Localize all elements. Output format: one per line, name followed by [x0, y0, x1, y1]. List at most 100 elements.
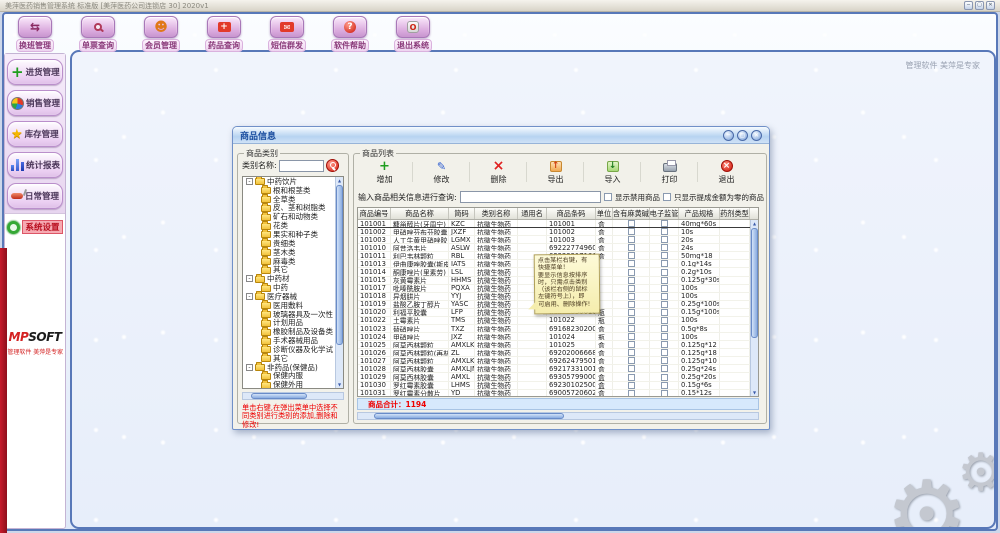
- table-row[interactable]: 101024甲硝唑片JXZ抗微生物药101024瓶100s: [358, 333, 758, 341]
- dialog-tool-delete[interactable]: ×删除: [470, 157, 527, 187]
- tree-node[interactable]: 其它: [243, 265, 343, 274]
- tree-node[interactable]: -中药材: [243, 274, 343, 283]
- e-supervision-checkbox[interactable]: [661, 333, 668, 340]
- window-close-button[interactable]: ✕: [986, 1, 995, 10]
- category-search-button[interactable]: [326, 159, 339, 172]
- e-supervision-checkbox[interactable]: [661, 325, 668, 332]
- tree-scroll-thumb[interactable]: [336, 185, 343, 345]
- e-supervision-checkbox[interactable]: [661, 260, 668, 267]
- dialog-tool-edit[interactable]: ✎修改: [413, 157, 470, 187]
- ephedrine-checkbox[interactable]: [628, 357, 635, 364]
- dialog-tool-print[interactable]: 打印: [641, 157, 698, 187]
- ephedrine-checkbox[interactable]: [628, 349, 635, 356]
- e-supervision-checkbox[interactable]: [661, 277, 668, 284]
- column-header-7[interactable]: 含有麻黄碱: [613, 208, 650, 219]
- e-supervision-checkbox[interactable]: [661, 357, 668, 364]
- scroll-down-arrow-icon[interactable]: ▼: [336, 382, 343, 387]
- table-vertical-scrollbar[interactable]: ▲ ▼: [750, 220, 758, 396]
- window-maximize-button[interactable]: ▢: [975, 1, 984, 10]
- ephedrine-checkbox[interactable]: [628, 293, 635, 300]
- tree-node[interactable]: 矿石和动物类: [243, 212, 343, 221]
- show-disabled-checkbox[interactable]: [604, 193, 612, 201]
- toolbar-item-shift-swap[interactable]: ⇆换班管理: [12, 16, 58, 52]
- dialog-maximize-button[interactable]: ▢: [737, 130, 748, 141]
- e-supervision-checkbox[interactable]: [661, 374, 668, 381]
- dialog-tool-exit-round[interactable]: ×退出: [698, 157, 755, 187]
- column-header-5[interactable]: 商品条码: [547, 208, 596, 219]
- sidebar-item-report[interactable]: 统计报表: [7, 152, 63, 178]
- e-supervision-checkbox[interactable]: [661, 382, 668, 389]
- table-row[interactable]: 101025阿莫西林颗粒AMXLKL抗微生物药101025盒0.125g*12: [358, 341, 758, 349]
- column-header-6[interactable]: 单位: [596, 208, 613, 219]
- e-supervision-checkbox[interactable]: [661, 365, 668, 372]
- sidebar-item-settings[interactable]: 系统设置: [5, 214, 65, 240]
- table-row[interactable]: 101023替硝唑片TXZ抗微生物药6916823020016盒0.5g*8s: [358, 325, 758, 333]
- table-row[interactable]: 101029阿莫西林胶囊AMXL抗微生物药6930579900095盒0.25g…: [358, 373, 758, 381]
- toolbar-item-member[interactable]: ☻会员管理: [138, 16, 184, 52]
- e-supervision-checkbox[interactable]: [661, 317, 668, 324]
- category-name-input[interactable]: [279, 160, 324, 172]
- table-row[interactable]: 101028阿莫西林胶囊AMXLJN抗微生物药6921733100161盒0.2…: [358, 365, 758, 373]
- ephedrine-checkbox[interactable]: [628, 285, 635, 292]
- table-row[interactable]: 101031罗红霉素分散片YD抗微生物药6900572060263盒0.15*1…: [358, 390, 758, 397]
- tree-toggle-icon[interactable]: -: [246, 275, 253, 282]
- e-supervision-checkbox[interactable]: [661, 349, 668, 356]
- toolbar-item-drug-query[interactable]: +药品查询: [201, 16, 247, 52]
- toolbar-item-receipt-query[interactable]: 单票查询: [75, 16, 121, 52]
- e-supervision-checkbox[interactable]: [661, 309, 668, 316]
- column-header-8[interactable]: 电子监管: [650, 208, 679, 219]
- table-row[interactable]: 101002甲硝唑芬布芬胶囊JXZF抗微生物药101002盒10s: [358, 228, 758, 236]
- toolbar-item-exit[interactable]: O退出系统: [390, 16, 436, 52]
- e-supervision-checkbox[interactable]: [661, 301, 668, 308]
- table-row[interactable]: 101030罗红霉素胶囊LHMS抗微生物药6923010250019盒0.15g…: [358, 382, 758, 390]
- sidebar-item-sales[interactable]: 销售管理: [7, 90, 63, 116]
- column-header-4[interactable]: 通用名: [518, 208, 547, 219]
- window-minimize-button[interactable]: ─: [964, 1, 973, 10]
- tree-vertical-scrollbar[interactable]: ▲ ▼: [335, 177, 343, 388]
- e-supervision-checkbox[interactable]: [661, 341, 668, 348]
- e-supervision-checkbox[interactable]: [661, 390, 668, 397]
- tree-node[interactable]: 诊断仪器及化学试: [243, 345, 343, 354]
- e-supervision-checkbox[interactable]: [661, 252, 668, 259]
- ephedrine-checkbox[interactable]: [628, 325, 635, 332]
- ephedrine-checkbox[interactable]: [628, 236, 635, 243]
- e-supervision-checkbox[interactable]: [661, 293, 668, 300]
- sidebar-item-daily[interactable]: 日常管理: [7, 183, 63, 209]
- toolbar-item-sms[interactable]: ✉短信群发: [264, 16, 310, 52]
- e-supervision-checkbox[interactable]: [661, 220, 668, 227]
- table-row[interactable]: 101010阿昔洛韦片ASLW抗微生物药6922277496060盒24s: [358, 244, 758, 252]
- table-row[interactable]: 101003人工牛黄甲硝唑胶LGMX抗微生物药101003盒20s: [358, 236, 758, 244]
- e-supervision-checkbox[interactable]: [661, 269, 668, 276]
- product-search-input[interactable]: [460, 191, 601, 203]
- table-row[interactable]: 101026阿莫西林颗粒(再林ZL抗微生物药6920200666828盒0.12…: [358, 349, 758, 357]
- column-header-9[interactable]: 产品规格: [679, 208, 720, 219]
- ephedrine-checkbox[interactable]: [628, 374, 635, 381]
- tree-node[interactable]: 麻毒类: [243, 257, 343, 266]
- ephedrine-checkbox[interactable]: [628, 220, 635, 227]
- e-supervision-checkbox[interactable]: [661, 244, 668, 251]
- tree-toggle-icon[interactable]: -: [246, 364, 253, 371]
- ephedrine-checkbox[interactable]: [628, 228, 635, 235]
- ephedrine-checkbox[interactable]: [628, 390, 635, 397]
- tree-toggle-icon[interactable]: -: [246, 293, 253, 300]
- column-header-3[interactable]: 类别名称: [475, 208, 518, 219]
- dialog-minimize-button[interactable]: ─: [723, 130, 734, 141]
- ephedrine-checkbox[interactable]: [628, 333, 635, 340]
- tree-toggle-icon[interactable]: -: [246, 178, 253, 185]
- table-hscroll-thumb[interactable]: [374, 413, 564, 419]
- dialog-close-button[interactable]: ✕: [751, 130, 762, 141]
- column-header-0[interactable]: 商品编号: [358, 208, 391, 219]
- ephedrine-checkbox[interactable]: [628, 301, 635, 308]
- ephedrine-checkbox[interactable]: [628, 244, 635, 251]
- tree-horizontal-scrollbar[interactable]: [242, 392, 344, 400]
- zero-commission-checkbox[interactable]: [663, 193, 671, 201]
- scroll-up-arrow-icon[interactable]: ▲: [336, 178, 343, 183]
- dialog-tool-import[interactable]: ↓导入: [584, 157, 641, 187]
- e-supervision-checkbox[interactable]: [661, 228, 668, 235]
- dialog-titlebar[interactable]: 商品信息 ─ ▢ ✕: [233, 127, 769, 144]
- ephedrine-checkbox[interactable]: [628, 252, 635, 259]
- table-row[interactable]: 101022土霉素片TMS抗微生物药101022瓶100s: [358, 317, 758, 325]
- ephedrine-checkbox[interactable]: [628, 260, 635, 267]
- table-row[interactable]: 101027阿莫西林颗粒AMXLKL抗微生物药6926247950165盒0.1…: [358, 357, 758, 365]
- sidebar-item-purchase[interactable]: +进货管理: [7, 59, 63, 85]
